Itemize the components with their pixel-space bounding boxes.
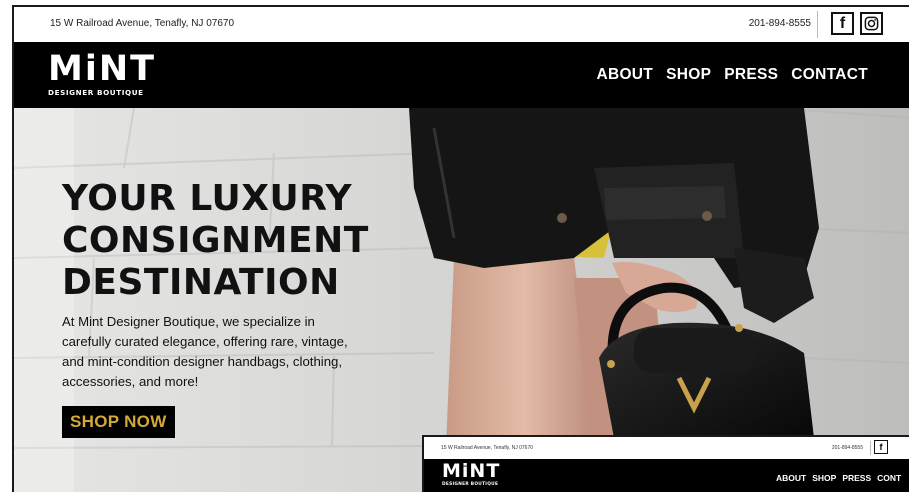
preview-phone: 201-894-8555 xyxy=(831,445,863,451)
nav-about[interactable]: ABOUT xyxy=(596,66,653,84)
main-nav: ABOUT SHOP PRESS CONTACT xyxy=(596,66,868,84)
main-header: MiNT DESIGNER BOUTIQUE ABOUT SHOP PRESS … xyxy=(14,42,909,108)
preview-logo: MiNT DESIGNER BOUTIQUE xyxy=(442,460,501,488)
nav-shop[interactable]: SHOP xyxy=(666,66,711,84)
preview-address: 15 W Railroad Avenue, Tenafly, NJ 07670 xyxy=(441,445,534,451)
hero-headline-line-1: YOUR LUXURY xyxy=(62,178,353,219)
topbar-divider xyxy=(817,11,818,38)
nav-contact[interactable]: CONTACT xyxy=(791,66,868,84)
preview-nav-about: ABOUT xyxy=(776,473,807,483)
preview-header: MiNT DESIGNER BOUTIQUE ABOUT SHOP PRESS … xyxy=(424,459,909,492)
store-address: 15 W Railroad Avenue, Tenafly, NJ 07670 xyxy=(50,18,235,29)
logo-mark: MiNT xyxy=(48,49,156,89)
hero-headline-line-3: DESTINATION xyxy=(62,262,340,303)
preview-divider xyxy=(870,441,871,455)
top-info-bar: 15 W Railroad Avenue, Tenafly, NJ 07670 … xyxy=(14,7,909,42)
hero-headline: YOUR LUXURY CONSIGNMENT DESTINATION xyxy=(62,178,422,304)
logo-subtitle: DESIGNER BOUTIQUE xyxy=(48,88,144,97)
preview-window[interactable]: 15 W Railroad Avenue, Tenafly, NJ 07670 … xyxy=(422,435,909,492)
hero-headline-line-2: CONSIGNMENT xyxy=(62,220,369,261)
shop-now-button[interactable]: SHOP NOW xyxy=(62,406,175,438)
preview-logo-subtitle: DESIGNER BOUTIQUE xyxy=(442,482,499,487)
page-frame: 15 W Railroad Avenue, Tenafly, NJ 07670 … xyxy=(12,5,909,492)
preview-nav-shop: SHOP xyxy=(812,473,837,483)
phone-number-link[interactable]: 201-894-8555 xyxy=(749,18,811,29)
preview-top-bar: 15 W Railroad Avenue, Tenafly, NJ 07670 … xyxy=(424,437,909,459)
site-logo[interactable]: MiNT DESIGNER BOUTIQUE xyxy=(48,49,156,98)
instagram-icon[interactable] xyxy=(860,12,883,35)
nav-press[interactable]: PRESS xyxy=(724,66,778,84)
preview-nav: ABOUT SHOP PRESS CONT xyxy=(776,473,901,483)
preview-nav-press: PRESS xyxy=(842,473,872,483)
preview-facebook-icon: f xyxy=(874,440,888,454)
hero-description: At Mint Designer Boutique, we specialize… xyxy=(62,314,348,389)
facebook-icon[interactable]: f xyxy=(831,12,854,35)
preview-logo-mark: MiNT xyxy=(442,460,501,482)
preview-nav-contact: CONT xyxy=(877,473,902,483)
